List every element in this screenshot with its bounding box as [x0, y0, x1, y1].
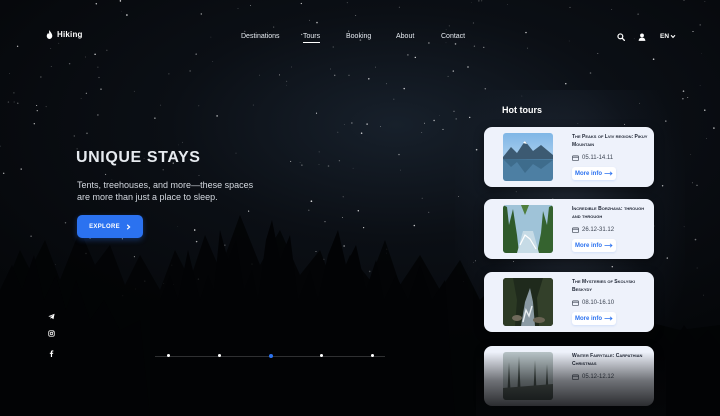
tour-image — [503, 352, 553, 400]
chevron-down-icon — [670, 34, 676, 39]
tour-dates-text: 08.10-16.10 — [582, 300, 615, 306]
arrow-right-icon — [604, 243, 613, 248]
explore-button-label: EXPLORE — [89, 223, 120, 230]
hero-title: UNIQUE STAYS — [76, 149, 201, 166]
calendar-icon — [572, 227, 579, 233]
slider-dot[interactable] — [268, 353, 273, 358]
hot-tours-heading: Hot tours — [502, 105, 542, 115]
tour-title: The Peaks of Lviv region: Pikuy Mountain — [572, 134, 648, 148]
chevron-right-icon — [126, 223, 131, 230]
tour-dates-text: 05.12-12.12 — [582, 374, 615, 380]
user-icon[interactable] — [638, 33, 646, 41]
tour-dates: 08.10-16.10 — [572, 300, 614, 306]
instagram-icon[interactable] — [48, 330, 55, 337]
nav-destinations[interactable]: Destinations — [241, 32, 280, 41]
tour-card[interactable]: The Peaks of Lviv region: Pikuy Mountain… — [484, 127, 654, 187]
more-info-button[interactable]: More info — [572, 312, 616, 325]
tour-title: Winter Fairytale: Carpathian Christmas — [572, 353, 643, 367]
nav-booking[interactable]: Booking — [346, 32, 371, 41]
language-selector[interactable]: EN — [660, 33, 676, 40]
tour-image — [503, 205, 553, 253]
more-info-button[interactable]: More info — [572, 239, 616, 252]
main-nav: Destinations Tours Booking About Contact — [0, 32, 720, 44]
tour-dates-text: 05.11-14.11 — [582, 155, 614, 161]
telegram-icon[interactable] — [48, 313, 55, 320]
slider-dot[interactable] — [320, 354, 323, 357]
more-info-label: More info — [575, 242, 602, 249]
more-info-label: More info — [575, 315, 602, 322]
search-icon[interactable] — [617, 33, 625, 41]
slider-dot[interactable] — [167, 354, 170, 357]
tour-card[interactable]: The Mysteries of Skolyski Beskydy 08.10-… — [484, 272, 654, 332]
calendar-icon — [572, 300, 579, 306]
tour-image — [503, 278, 553, 326]
nav-about[interactable]: About — [396, 32, 414, 41]
calendar-icon — [572, 155, 579, 161]
facebook-icon[interactable] — [48, 350, 55, 357]
nav-contact[interactable]: Contact — [441, 32, 465, 41]
more-info-label: More info — [575, 170, 602, 177]
tour-title: Incredible Borzhava: through and through — [572, 206, 645, 220]
hero-subtitle: Tents, treehouses, and more—these spaces… — [77, 180, 254, 202]
nav-tours[interactable]: Tours — [303, 32, 321, 43]
arrow-right-icon — [604, 316, 613, 321]
tour-title: The Mysteries of Skolyski Beskydy — [572, 279, 636, 293]
explore-button[interactable]: EXPLORE — [77, 215, 143, 238]
tour-dates-text: 26.12-31.12 — [582, 227, 615, 233]
slider-dot[interactable] — [371, 354, 374, 357]
language-label: EN — [660, 33, 670, 40]
tour-card[interactable]: Winter Fairytale: Carpathian Christmas 0… — [484, 346, 654, 406]
tour-image — [503, 133, 553, 181]
more-info-button[interactable]: More info — [572, 167, 616, 180]
tour-dates: 05.11-14.11 — [572, 155, 613, 161]
tour-dates: 26.12-31.12 — [572, 227, 614, 233]
slider-dot[interactable] — [218, 354, 221, 357]
tour-card[interactable]: Incredible Borzhava: through and through… — [484, 199, 654, 259]
tour-dates: 05.12-12.12 — [572, 374, 614, 380]
arrow-right-icon — [604, 171, 613, 176]
calendar-icon — [572, 374, 579, 380]
